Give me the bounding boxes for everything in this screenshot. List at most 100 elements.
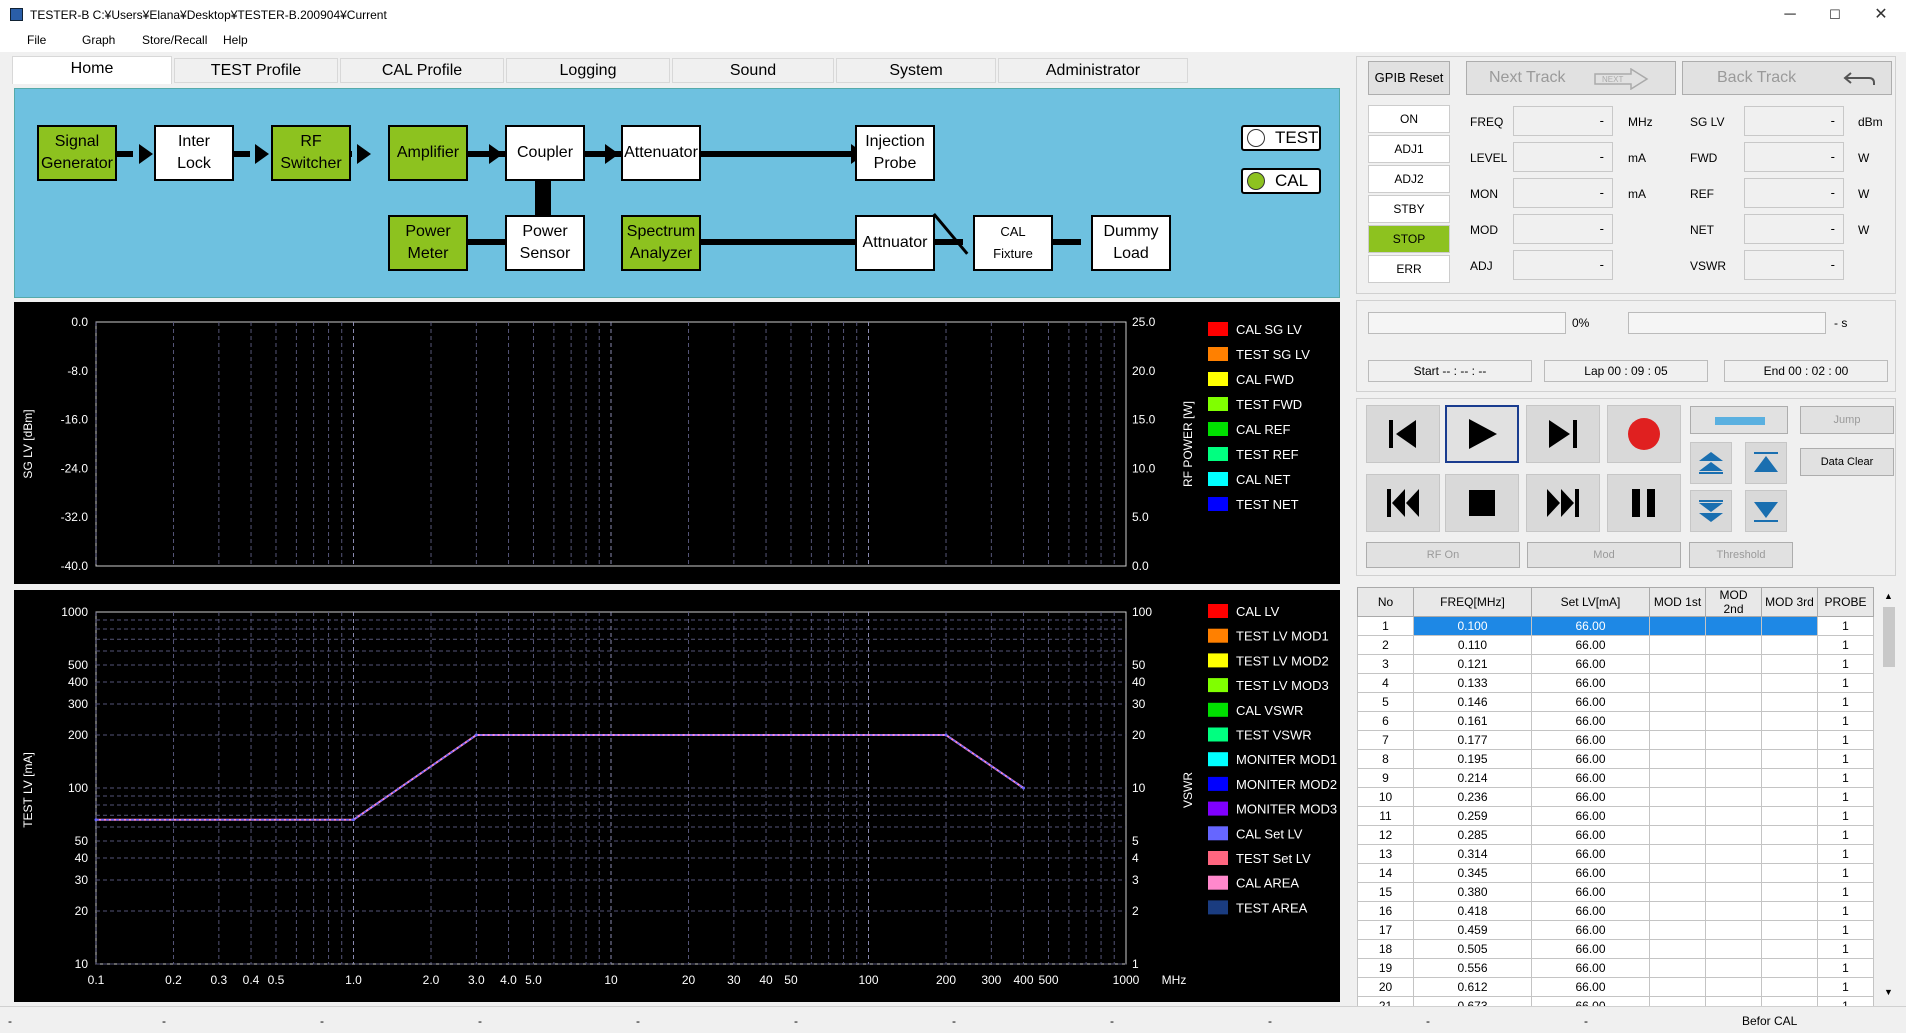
minimize-icon[interactable]: ─ (1780, 5, 1800, 25)
table-cell[interactable]: 1 (1817, 806, 1874, 826)
table-cell[interactable]: 1 (1817, 939, 1874, 959)
column-header[interactable]: FREQ[MHz] (1413, 587, 1532, 617)
table-cell[interactable]: 0.556 (1413, 958, 1532, 978)
table-cell[interactable] (1761, 730, 1818, 750)
table-cell[interactable] (1761, 806, 1818, 826)
menu-help[interactable]: Help (223, 33, 248, 47)
block-cal-fixture[interactable]: CAL Fixture (973, 215, 1053, 271)
table-cell[interactable] (1761, 768, 1818, 788)
table-cell[interactable] (1761, 692, 1818, 712)
table-cell[interactable]: 66.00 (1531, 635, 1650, 655)
table-cell[interactable]: 1 (1817, 635, 1874, 655)
table-cell[interactable]: 14 (1357, 863, 1414, 883)
table-cell[interactable]: 6 (1357, 711, 1414, 731)
block-spectrum-analyzer[interactable]: Spectrum Analyzer (621, 215, 701, 271)
table-cell[interactable]: 8 (1357, 749, 1414, 769)
table-cell[interactable]: 1 (1817, 616, 1874, 636)
table-cell[interactable] (1649, 616, 1706, 636)
table-cell[interactable]: 1 (1817, 692, 1874, 712)
table-cell[interactable]: 0.285 (1413, 825, 1532, 845)
data-clear-button[interactable]: Data Clear (1800, 448, 1894, 476)
table-cell[interactable]: 7 (1357, 730, 1414, 750)
table-row[interactable]: 11 0.259 66.00 1 (1357, 806, 1874, 826)
back-track-button[interactable]: Back Track (1682, 61, 1892, 95)
table-cell[interactable]: 66.00 (1531, 825, 1650, 845)
step-down-fast-button[interactable] (1690, 490, 1732, 532)
block-injection-probe[interactable]: Injection Probe (855, 125, 935, 181)
table-cell[interactable] (1761, 977, 1818, 997)
level-indicator-button[interactable] (1690, 406, 1788, 434)
scroll-up-icon[interactable]: ▲ (1884, 591, 1893, 601)
table-row[interactable]: 1 0.100 66.00 1 (1357, 616, 1874, 636)
table-cell[interactable]: 0.380 (1413, 882, 1532, 902)
skip-first-button[interactable] (1366, 405, 1440, 463)
table-cell[interactable] (1705, 673, 1762, 693)
table-cell[interactable] (1705, 654, 1762, 674)
fast-forward-button[interactable] (1526, 474, 1600, 532)
table-cell[interactable] (1649, 844, 1706, 864)
menu-store-recall[interactable]: Store/Recall (142, 33, 207, 47)
close-icon[interactable]: ✕ (1871, 5, 1891, 25)
table-cell[interactable]: 0.418 (1413, 901, 1532, 921)
table-cell[interactable] (1649, 863, 1706, 883)
table-cell[interactable]: 66.00 (1531, 958, 1650, 978)
table-cell[interactable] (1649, 692, 1706, 712)
table-cell[interactable]: 0.121 (1413, 654, 1532, 674)
table-cell[interactable]: 3 (1357, 654, 1414, 674)
table-cell[interactable]: 1 (1817, 844, 1874, 864)
table-cell[interactable] (1705, 863, 1762, 883)
table-row[interactable]: 16 0.418 66.00 1 (1357, 901, 1874, 921)
table-cell[interactable]: 10 (1357, 787, 1414, 807)
table-cell[interactable] (1705, 977, 1762, 997)
table-cell[interactable]: 1 (1817, 901, 1874, 921)
table-cell[interactable]: 66.00 (1531, 863, 1650, 883)
column-header[interactable]: MOD 3rd (1761, 587, 1818, 617)
scroll-down-icon[interactable]: ▼ (1884, 987, 1893, 997)
table-cell[interactable]: 66.00 (1531, 787, 1650, 807)
table-cell[interactable] (1649, 977, 1706, 997)
block-rf-switcher[interactable]: RF Switcher (271, 125, 351, 181)
table-cell[interactable]: 0.100 (1413, 616, 1532, 636)
table-cell[interactable]: 0.314 (1413, 844, 1532, 864)
table-cell[interactable] (1761, 635, 1818, 655)
table-cell[interactable] (1649, 920, 1706, 940)
table-cell[interactable]: 1 (1817, 787, 1874, 807)
table-cell[interactable]: 66.00 (1531, 939, 1650, 959)
table-cell[interactable]: 20 (1357, 977, 1414, 997)
table-cell[interactable] (1705, 825, 1762, 845)
status-adj2[interactable]: ADJ2 (1368, 165, 1450, 193)
table-cell[interactable]: 0.505 (1413, 939, 1532, 959)
table-cell[interactable] (1761, 844, 1818, 864)
table-cell[interactable]: 13 (1357, 844, 1414, 864)
table-cell[interactable]: 66.00 (1531, 901, 1650, 921)
table-cell[interactable]: 18 (1357, 939, 1414, 959)
table-cell[interactable]: 11 (1357, 806, 1414, 826)
table-cell[interactable]: 66.00 (1531, 654, 1650, 674)
table-cell[interactable]: 1 (1817, 882, 1874, 902)
table-cell[interactable] (1649, 787, 1706, 807)
table-row[interactable]: 10 0.236 66.00 1 (1357, 787, 1874, 807)
table-cell[interactable] (1705, 749, 1762, 769)
tab-home[interactable]: Home (12, 56, 172, 84)
table-cell[interactable]: 66.00 (1531, 977, 1650, 997)
table-cell[interactable] (1761, 711, 1818, 731)
table-cell[interactable]: 2 (1357, 635, 1414, 655)
jump-button[interactable]: Jump (1800, 406, 1894, 434)
tab-test-profile[interactable]: TEST Profile (174, 58, 338, 83)
table-cell[interactable]: 1 (1817, 863, 1874, 883)
table-cell[interactable] (1705, 711, 1762, 731)
table-cell[interactable]: 17 (1357, 920, 1414, 940)
table-cell[interactable] (1649, 882, 1706, 902)
table-cell[interactable]: 0.236 (1413, 787, 1532, 807)
table-cell[interactable]: 5 (1357, 692, 1414, 712)
tab-logging[interactable]: Logging (506, 58, 670, 83)
block-attenuator[interactable]: Attenuator (621, 125, 701, 181)
table-cell[interactable]: 1 (1817, 711, 1874, 731)
table-row[interactable]: 2 0.110 66.00 1 (1357, 635, 1874, 655)
block-amplifier[interactable]: Amplifier (388, 125, 468, 181)
table-cell[interactable] (1649, 939, 1706, 959)
test-mode-radio[interactable]: TEST (1241, 125, 1321, 151)
scroll-thumb[interactable] (1883, 607, 1895, 667)
table-cell[interactable] (1649, 654, 1706, 674)
table-cell[interactable]: 1 (1817, 825, 1874, 845)
